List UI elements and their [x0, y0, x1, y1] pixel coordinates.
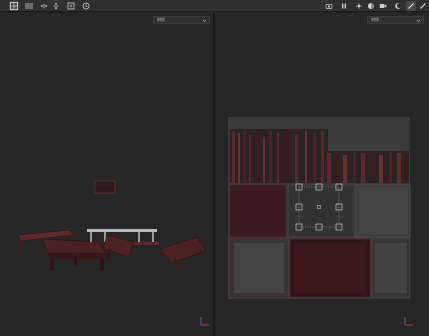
brush-icon[interactable]: [406, 1, 416, 11]
small-crate: [94, 180, 116, 194]
grid-view-icon[interactable]: [9, 1, 19, 11]
uv-island-tabletop-inner: [294, 243, 366, 293]
move-horizontal-icon[interactable]: [39, 1, 49, 11]
plank-strip-top: [230, 129, 328, 183]
uv-texture-map: [228, 117, 411, 299]
main-table: [41, 238, 107, 271]
scene-3d-furniture: [17, 180, 209, 271]
brush-icon[interactable]: [418, 1, 428, 11]
uv-island-seat: [229, 184, 287, 238]
video-icon[interactable]: [378, 1, 388, 11]
uv-island-bottom-right-inner: [375, 243, 407, 293]
pause-icon[interactable]: [339, 1, 349, 11]
uv-island-center: [287, 184, 355, 238]
material-ball-icon[interactable]: [366, 1, 376, 11]
plank-strip-top-right: [325, 151, 409, 183]
top-toolbar: [0, 0, 429, 12]
frame-icon[interactable]: [66, 1, 76, 11]
uv-island-side-inner: [358, 187, 408, 235]
tilted-chair: [102, 234, 135, 260]
history-icon[interactable]: [81, 1, 91, 11]
columns-icon[interactable]: [24, 1, 34, 11]
axis-gizmo-3d: [200, 317, 209, 326]
move-vertical-icon[interactable]: [51, 1, 61, 11]
camera-icon[interactable]: [324, 1, 334, 11]
texture-editor-app: 材质 材质: [0, 0, 429, 336]
axis-gizmo-uv: [404, 317, 413, 326]
light-icon[interactable]: [354, 1, 364, 11]
fallen-chair: [159, 236, 209, 270]
uv-island-bottom-left-inner: [234, 243, 284, 293]
moon-icon[interactable]: [393, 1, 403, 11]
